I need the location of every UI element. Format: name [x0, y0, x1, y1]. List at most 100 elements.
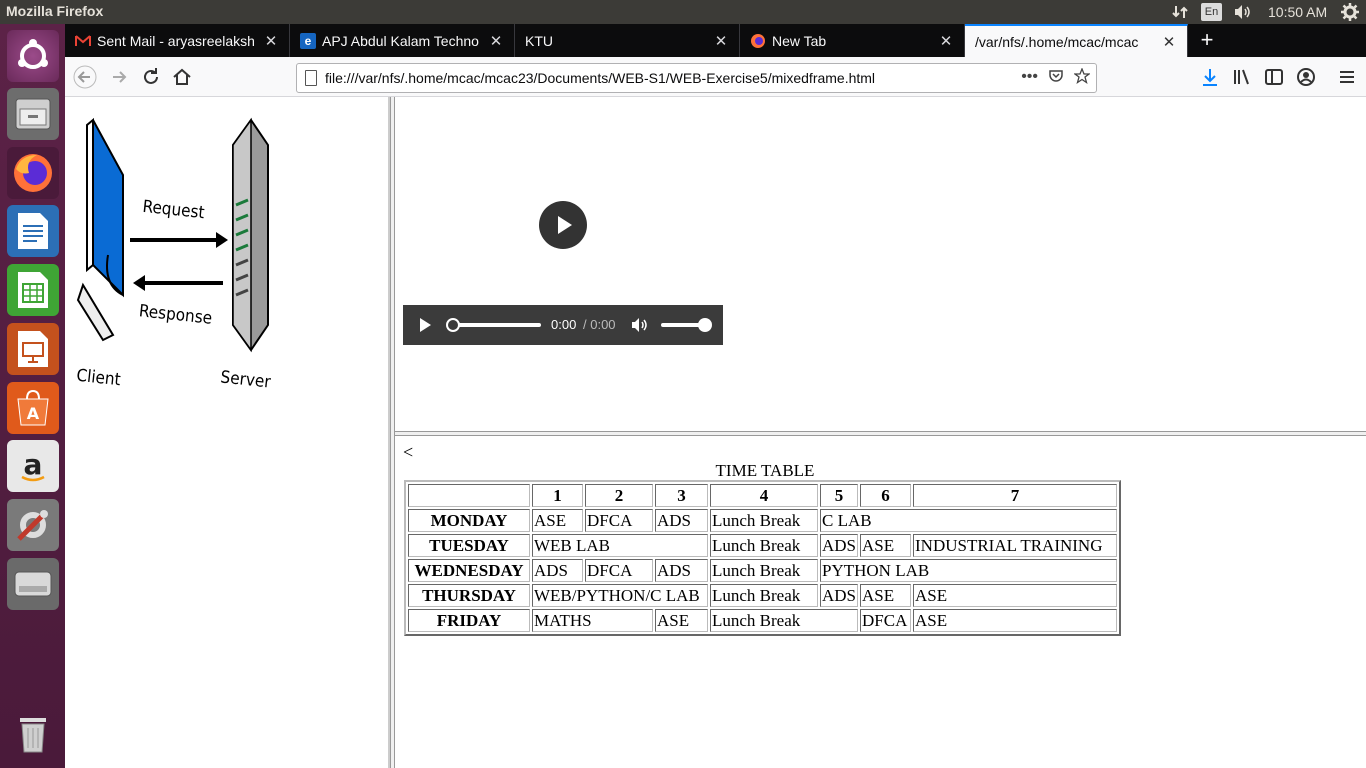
system-top-bar: Mozilla Firefox En 10:50 AM: [0, 0, 1366, 24]
header-cell: 2: [585, 484, 653, 507]
trash-icon[interactable]: [7, 708, 59, 760]
request-label: Request: [142, 197, 206, 223]
client-label: Client: [75, 366, 121, 391]
gmail-icon: [75, 33, 91, 49]
menu-icon[interactable]: [1335, 65, 1359, 89]
page-actions-icon[interactable]: •••: [1021, 68, 1038, 86]
tab-sent-mail[interactable]: Sent Mail - aryasreelaksh ✕: [65, 24, 290, 57]
table-cell: Lunch Break: [710, 559, 818, 582]
sidebar-icon[interactable]: [1262, 65, 1286, 89]
timetable-title: TIME TABLE: [715, 461, 815, 480]
tab-strip: Sent Mail - aryasreelaksh ✕ e APJ Abdul …: [65, 24, 1366, 57]
table-cell: Lunch Break: [710, 609, 859, 632]
keyboard-language-indicator[interactable]: En: [1201, 3, 1222, 21]
close-tab-icon[interactable]: ✕: [711, 32, 731, 50]
table-row-monday: MONDAY ASE DFCA ADS Lunch Break C LAB: [408, 509, 1118, 532]
table-cell: ADS: [820, 534, 859, 557]
tab-label: New Tab: [772, 32, 827, 49]
day-cell: FRIDAY: [408, 609, 530, 632]
audio-volume-icon[interactable]: [631, 317, 649, 333]
table-header-row: 1 2 3 4 5 6 7: [408, 484, 1118, 507]
libreoffice-impress-icon[interactable]: [7, 323, 59, 375]
audio-seek-thumb[interactable]: [446, 318, 460, 332]
reload-icon[interactable]: [139, 65, 163, 89]
timetable: 1 2 3 4 5 6 7 MONDAY ASE DFCA ADS Lunch …: [404, 480, 1122, 636]
bottom-right-frame[interactable]: < TIME TABLE 1 2 3 4 5 6 7 MONDAY ASE DF…: [395, 436, 1366, 768]
page-icon: [305, 70, 317, 86]
close-tab-icon[interactable]: ✕: [486, 32, 506, 50]
table-row-friday: FRIDAY MATHS ASE Lunch Break DFCA ASE: [408, 609, 1118, 632]
day-cell: THURSDAY: [408, 584, 530, 607]
audio-volume-thumb[interactable]: [698, 318, 712, 332]
home-icon[interactable]: [170, 65, 194, 89]
audio-seek-bar[interactable]: [453, 323, 541, 327]
firefox-icon[interactable]: [7, 147, 59, 199]
response-label: Response: [138, 301, 213, 329]
audio-play-icon[interactable]: [417, 317, 433, 333]
navigation-toolbar: file:///var/nfs/.home/mcac/mcac23/Docume…: [65, 57, 1366, 97]
network-icon[interactable]: [1172, 4, 1188, 20]
close-tab-icon[interactable]: ✕: [936, 32, 956, 50]
downloads-icon[interactable]: [1198, 65, 1222, 89]
bookmark-star-icon[interactable]: [1074, 68, 1090, 84]
libreoffice-calc-icon[interactable]: [7, 264, 59, 316]
library-icon[interactable]: [1230, 65, 1254, 89]
tab-apj-abdul-kalam[interactable]: e APJ Abdul Kalam Techno ✕: [290, 24, 515, 57]
table-cell: ADS: [655, 559, 708, 582]
table-cell: ASE: [532, 509, 583, 532]
tab-label: /var/nfs/.home/mcac/mcac: [975, 33, 1139, 50]
header-cell: 4: [710, 484, 818, 507]
day-cell: TUESDAY: [408, 534, 530, 557]
clock[interactable]: 10:50 AM: [1268, 4, 1327, 20]
left-frame[interactable]: Request Response Client Server: [65, 97, 390, 768]
table-cell: ASE: [655, 609, 708, 632]
tab-label: KTU: [525, 32, 553, 49]
system-settings-icon[interactable]: [7, 499, 59, 551]
play-icon: [558, 216, 572, 234]
table-cell: INDUSTRIAL TRAINING: [913, 534, 1118, 557]
table-cell: MATHS: [532, 609, 653, 632]
header-cell: 7: [913, 484, 1118, 507]
top-right-frame[interactable]: 0:00 / 0:00: [395, 97, 1366, 431]
drive-icon[interactable]: [7, 558, 59, 610]
volume-icon[interactable]: [1234, 4, 1252, 20]
tab-mixedframe-active[interactable]: /var/nfs/.home/mcac/mcac ✕: [965, 24, 1188, 57]
table-cell: Lunch Break: [710, 584, 818, 607]
tab-ktu[interactable]: KTU ✕: [515, 24, 740, 57]
ubuntu-dash-icon[interactable]: [7, 30, 59, 82]
power-gear-icon[interactable]: [1341, 3, 1359, 21]
back-icon[interactable]: [73, 65, 97, 89]
new-tab-button[interactable]: +: [1195, 28, 1219, 52]
tab-new-tab[interactable]: New Tab ✕: [740, 24, 965, 57]
table-cell: ASE: [913, 584, 1118, 607]
tab-label: APJ Abdul Kalam Techno: [322, 32, 479, 49]
url-bar[interactable]: file:///var/nfs/.home/mcac/mcac23/Docume…: [296, 63, 1097, 93]
table-row-thursday: THURSDAY WEB/PYTHON/C LAB Lunch Break AD…: [408, 584, 1118, 607]
software-center-icon[interactable]: A: [7, 382, 59, 434]
audio-current-time: 0:00: [551, 317, 577, 332]
video-play-button[interactable]: [539, 201, 587, 249]
table-cell: WEB LAB: [532, 534, 708, 557]
page-content: Request Response Client Server 0:00 / 0:…: [65, 97, 1366, 768]
table-cell: ASE: [860, 584, 912, 607]
launcher: A a: [0, 24, 65, 768]
header-cell: 3: [655, 484, 708, 507]
close-tab-icon[interactable]: ✕: [1159, 33, 1179, 51]
header-cell: 5: [820, 484, 859, 507]
table-cell: ADS: [820, 584, 859, 607]
pocket-icon[interactable]: [1048, 68, 1064, 84]
files-icon[interactable]: [7, 88, 59, 140]
account-icon[interactable]: [1294, 65, 1318, 89]
table-cell: WEB/PYTHON/C LAB: [532, 584, 708, 607]
table-row-wednesday: WEDNESDAY ADS DFCA ADS Lunch Break PYTHO…: [408, 559, 1118, 582]
close-tab-icon[interactable]: ✕: [261, 32, 281, 50]
client-server-diagram: Request Response Client Server: [75, 117, 272, 393]
libreoffice-writer-icon[interactable]: [7, 205, 59, 257]
url-text[interactable]: file:///var/nfs/.home/mcac/mcac23/Docume…: [325, 70, 875, 86]
svg-text:A: A: [27, 404, 40, 423]
forward-icon[interactable]: [107, 65, 131, 89]
day-cell: WEDNESDAY: [408, 559, 530, 582]
table-cell: Lunch Break: [710, 509, 818, 532]
svg-text:a: a: [24, 448, 43, 481]
amazon-icon[interactable]: a: [7, 440, 59, 492]
